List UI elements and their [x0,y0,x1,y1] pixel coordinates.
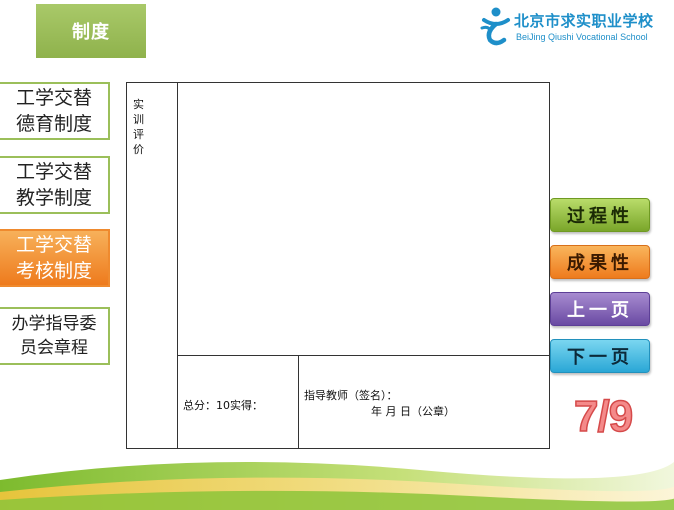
form-divider [177,83,178,448]
nav-assessment-system[interactable]: 工学交替 考核制度 [0,229,110,287]
nav-item-label: 工学交替 考核制度 [15,234,92,282]
school-logo: 北京市求实职业学校 BeiJing Qiushi Vocational Scho… [480,6,670,50]
school-name-en: BeiJing Qiushi Vocational School [516,32,648,42]
next-page-button-label: 下一页 [567,347,633,368]
process-button-label: 过程性 [567,206,633,227]
total-score-label: 总分：10实得： [183,399,263,412]
footer-wave-decoration [0,449,674,510]
prev-page-button[interactable]: 上一页 [550,292,650,326]
form-divider [177,355,549,356]
section-label-vertical: 实训评价 [133,98,144,156]
date-seal-label: 年 月 日（公章） [371,405,455,418]
result-button-label: 成果性 [567,253,633,274]
nav-item-label: 工学交替 教学制度 [15,161,92,209]
school-name-cn: 北京市求实职业学校 [514,12,654,30]
page-title-tab: 制度 [36,4,146,58]
process-button[interactable]: 过程性 [550,198,650,232]
next-page-button[interactable]: 下一页 [550,339,650,373]
nav-item-label: 办学指导委 员会章程 [11,314,97,358]
prev-page-button-label: 上一页 [567,300,633,321]
page-title: 制度 [72,22,110,43]
evaluation-form: 实训评价 总分：10实得： 指导教师（签名）： 年 月 日（公章） [126,82,550,449]
nav-steering-committee-charter[interactable]: 办学指导委 员会章程 [0,307,110,365]
form-divider [298,355,299,448]
nav-moral-education-system[interactable]: 工学交替 德育制度 [0,82,110,140]
school-logo-icon [480,7,510,46]
page-number: 7/9 [573,391,634,442]
nav-item-label: 工学交替 德育制度 [15,87,92,135]
nav-teaching-system[interactable]: 工学交替 教学制度 [0,156,110,214]
signature-label: 指导教师（签名）： [304,389,398,402]
result-button[interactable]: 成果性 [550,245,650,279]
